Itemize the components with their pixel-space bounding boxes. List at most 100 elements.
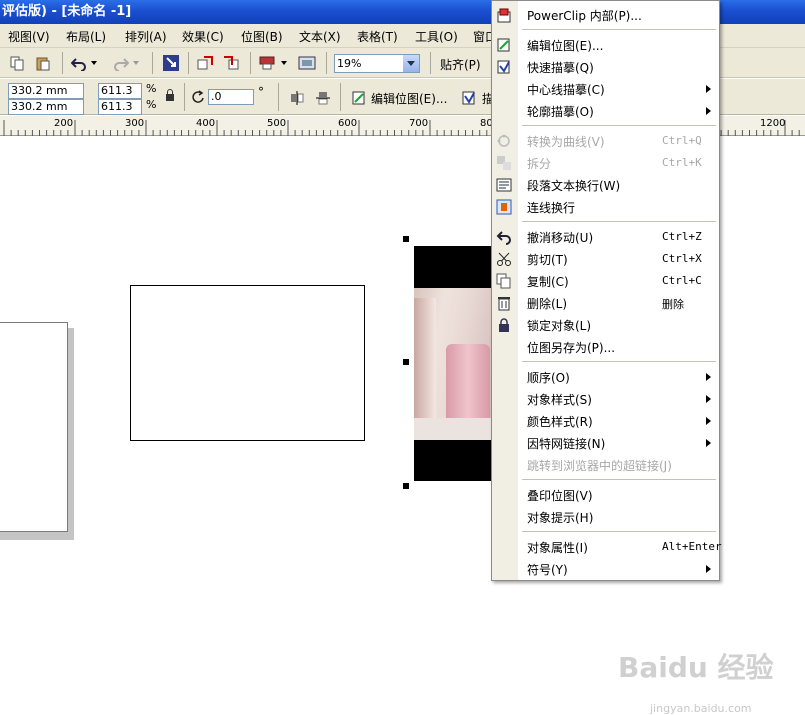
position-y-field[interactable]: 330.2 mm [8,99,84,115]
toolbar-separator [340,83,341,111]
drawing-page[interactable] [0,322,68,532]
context-menu-item-label: 剪切(T) [527,253,568,267]
context-menu-item-label: 连线换行 [527,201,576,215]
menu-bitmaps[interactable]: 位图(B) [241,28,283,45]
redo-dropdown-icon[interactable] [132,52,142,74]
snap-to-button[interactable]: 贴齐(P) [440,56,481,73]
export-icon[interactable] [220,52,242,74]
context-menu-item-label: 因特网链接(N) [527,437,606,451]
menu-table[interactable]: 表格(T) [357,28,398,45]
publish-icon[interactable] [256,52,278,74]
context-menu-item-label: 删除(L) [527,297,568,311]
context-menu-shortcut: Ctrl+C [662,274,702,287]
context-menu-item[interactable]: PowerClip 内部(P)... [492,4,719,26]
context-menu-shortcut: Alt+Enter [662,540,722,553]
context-menu-item-label: 对象提示(H) [527,511,594,525]
photo-table [414,418,494,440]
context-menu-item-label: 中心线描摹(C) [527,83,605,97]
screen-view-icon[interactable] [296,52,318,74]
context-menu-item[interactable]: 连线换行 [492,196,719,218]
menu-separator [522,479,716,480]
context-menu-item: 转换为曲线(V) Ctrl+Q [492,130,719,152]
redo-toolbar-icon[interactable] [110,52,132,74]
context-menu-item[interactable]: 位图另存为(P)... [492,336,719,358]
selection-handle-top-left[interactable] [403,236,409,242]
scissors-icon [496,251,512,267]
rotation-angle-field[interactable]: .0 [208,89,254,105]
context-menu-item[interactable]: 颜色样式(R) [492,410,719,432]
scale-x-field[interactable]: 611.3 [98,83,142,99]
zoom-dropdown-arrow-icon[interactable] [403,55,419,72]
scale-y-field[interactable]: 611.3 [98,99,142,115]
lock-icon [496,317,512,333]
toolbar-separator [278,83,279,111]
publish-dropdown-icon[interactable] [280,52,290,74]
zoom-select[interactable]: 19% [334,54,420,73]
trash-icon [496,295,512,311]
menu-separator [522,361,716,362]
undo-toolbar-icon[interactable] [68,52,90,74]
copy-toolbar-icon[interactable] [6,52,28,74]
submenu-arrow-icon [706,565,711,573]
bitmap-object[interactable] [414,246,494,481]
menu-separator [522,29,716,30]
context-menu-item[interactable]: 复制(C) Ctrl+C [492,270,719,292]
rectangle-shape[interactable] [130,285,365,441]
context-menu-item[interactable]: 对象样式(S) [492,388,719,410]
degree-label: ° [258,85,264,99]
menu-arrange[interactable]: 排列(A) [125,28,167,45]
context-menu-item[interactable]: 编辑位图(E)... [492,34,719,56]
context-menu-item-label: 复制(C) [527,275,569,289]
mirror-vertical-icon[interactable] [312,87,334,109]
context-menu-item-label: 对象属性(I) [527,541,588,555]
context-menu-item-label: 轮廓描摹(O) [527,105,594,119]
menu-effects[interactable]: 效果(C) [182,28,224,45]
percent-label-x: % [146,82,157,95]
undo-dropdown-icon[interactable] [90,52,100,74]
context-menu-item-label: 跳转到浏览器中的超链接(J) [527,459,672,473]
context-menu-shortcut: Ctrl+K [662,156,702,169]
context-menu-item[interactable]: 撤消移动(U) Ctrl+Z [492,226,719,248]
trace-bitmap-toolbar-icon[interactable] [458,87,480,109]
lock-ratio-icon[interactable] [162,87,178,103]
ruler-tick-label: 500 [267,118,287,129]
context-menu-item[interactable]: 段落文本换行(W) [492,174,719,196]
selection-handle-bottom-left[interactable] [403,483,409,489]
photo-content [414,288,494,440]
context-menu-item[interactable]: 快速描摹(Q) [492,56,719,78]
context-menu-item[interactable]: 对象属性(I) Alt+Enter [492,536,722,558]
watermark-url: jingyan.baidu.com [650,702,752,715]
rotate-icon [188,87,208,107]
paste-icon[interactable] [32,52,54,74]
menu-separator [522,221,716,222]
context-menu-item[interactable]: 轮廓描摹(O) [492,100,719,122]
context-menu-item[interactable]: 删除(L) 删除 [492,292,719,314]
edit-bitmap-toolbar-icon[interactable] [348,87,370,109]
edit-bitmap-button[interactable]: 编辑位图(E)... [371,90,447,107]
selection-handle-middle-left[interactable] [403,359,409,365]
context-menu-item[interactable]: 因特网链接(N) [492,432,719,454]
context-menu-item[interactable]: 顺序(O) [492,366,719,388]
toolbar-separator [430,52,431,74]
context-menu-item-label: 转换为曲线(V) [527,135,605,149]
context-menu-item-label: 拆分 [527,157,552,171]
toolbar-separator [62,52,63,74]
context-menu-item[interactable]: 叠印位图(V) [492,484,719,506]
import-icon[interactable] [194,52,216,74]
context-menu-item[interactable]: 中心线描摹(C) [492,78,719,100]
menu-text[interactable]: 文本(X) [299,28,341,45]
menu-layout[interactable]: 布局(L) [66,28,106,45]
launcher-icon[interactable] [160,52,182,74]
menu-view[interactable]: 视图(V) [8,28,50,45]
context-menu-item-label: 撤消移动(U) [527,231,594,245]
context-menu-item[interactable]: 符号(Y) [492,558,719,580]
context-menu-item: 拆分 Ctrl+K [492,152,719,174]
position-x-field[interactable]: 330.2 mm [8,83,84,99]
mirror-horizontal-icon[interactable] [286,87,308,109]
context-menu-item[interactable]: 锁定对象(L) [492,314,719,336]
context-menu-item[interactable]: 对象提示(H) [492,506,719,528]
menu-tools[interactable]: 工具(O) [415,28,458,45]
context-menu-item[interactable]: 剪切(T) Ctrl+X [492,248,719,270]
ruler-tick-label: 700 [409,118,429,129]
context-menu-item-label: 编辑位图(E)... [527,39,604,53]
